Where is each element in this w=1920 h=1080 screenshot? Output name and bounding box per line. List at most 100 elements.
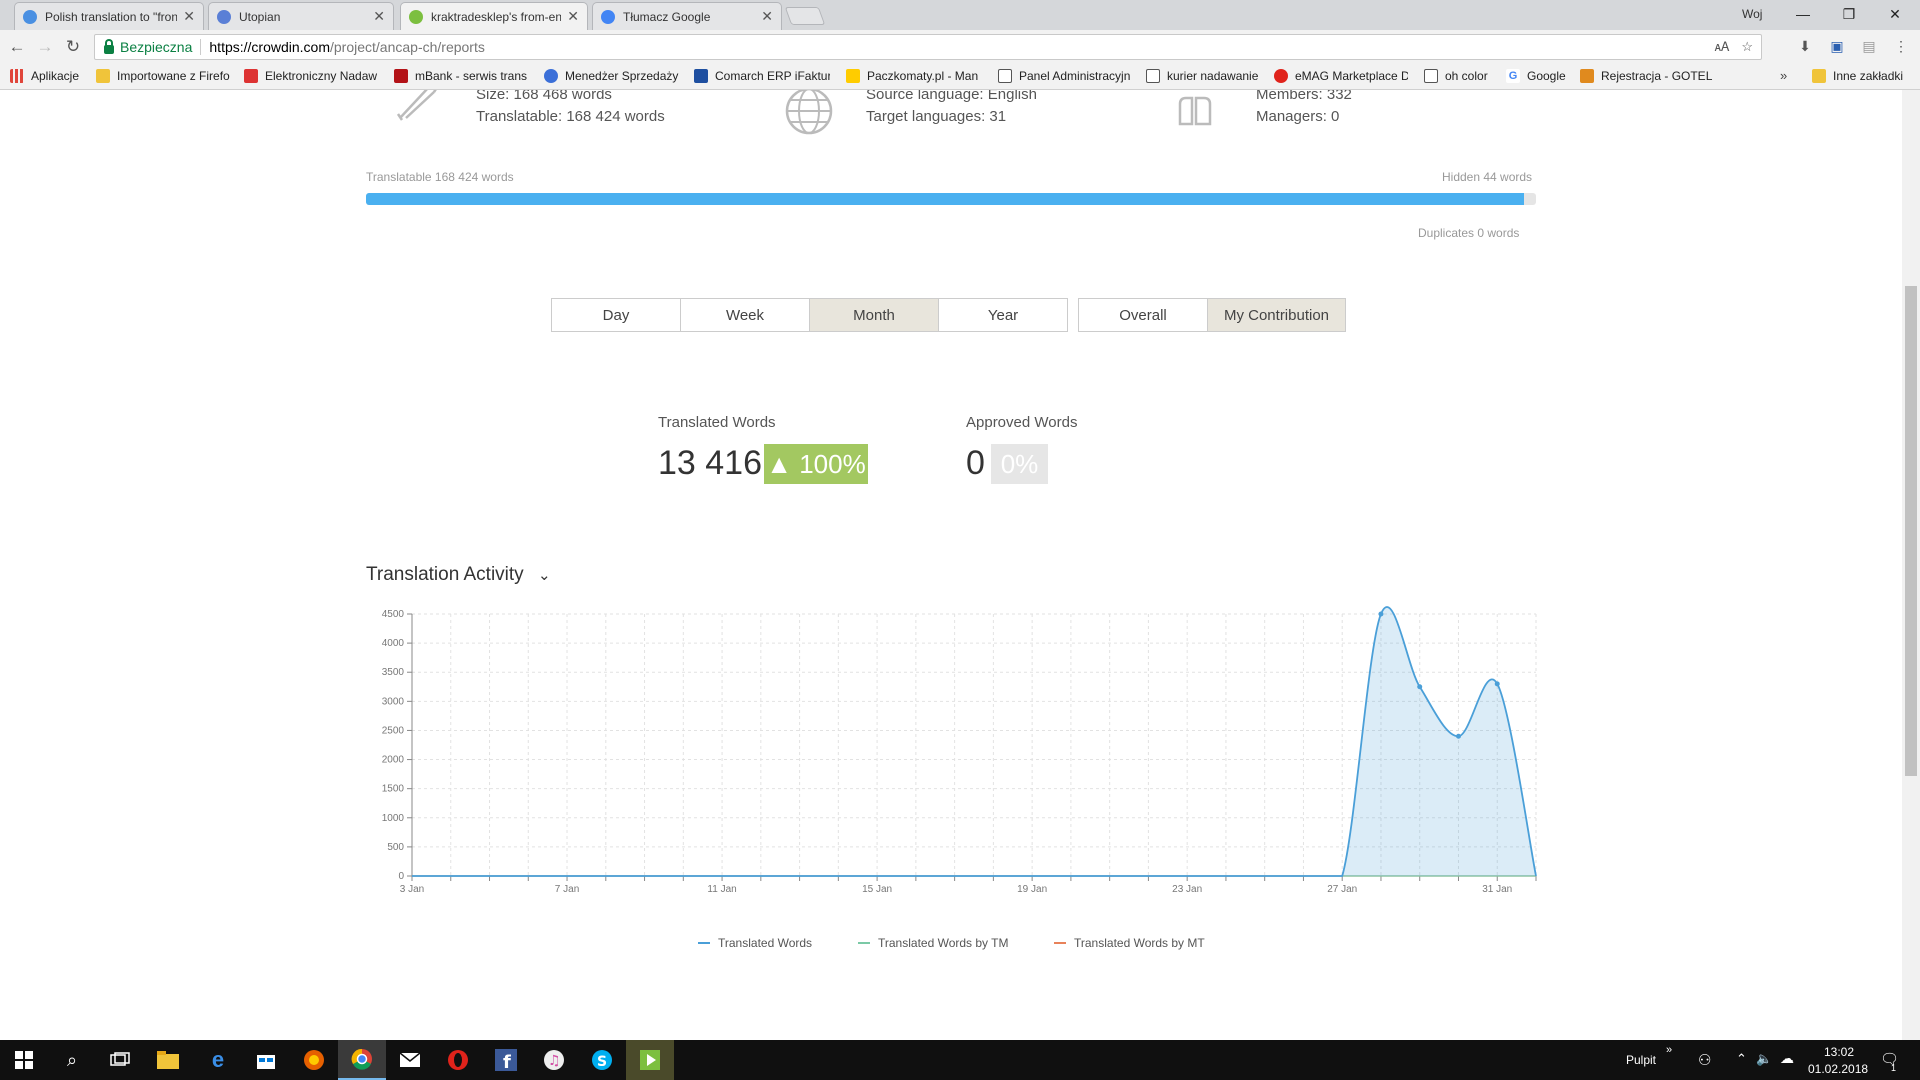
facebook-icon[interactable]: f bbox=[482, 1040, 530, 1080]
crowdin-favicon-icon bbox=[23, 9, 37, 24]
close-window-icon[interactable]: ✕ bbox=[1872, 0, 1918, 28]
bookmark-emag[interactable]: eMAG Marketplace D bbox=[1274, 69, 1408, 83]
extension-save-icon[interactable]: ▣ bbox=[1828, 38, 1846, 56]
bookmark-kurier-nadawanie[interactable]: kurier nadawanie bbox=[1146, 69, 1264, 83]
onedrive-cloud-icon[interactable]: ☁ bbox=[1780, 1050, 1794, 1067]
download-icon[interactable]: ⬇ bbox=[1796, 38, 1814, 56]
chart-xtick-label: 31 Jan bbox=[1482, 884, 1512, 895]
file-explorer-icon[interactable] bbox=[144, 1040, 192, 1080]
bookmark-elektroniczny-nadawca[interactable]: Elektroniczny Nadaw bbox=[244, 69, 382, 83]
media-player-icon[interactable] bbox=[626, 1040, 674, 1080]
period-month-button[interactable]: Month bbox=[809, 298, 939, 332]
close-tab-icon[interactable]: ✕ bbox=[761, 8, 773, 25]
period-week-button[interactable]: Week bbox=[680, 298, 810, 332]
url-host: https://crowdin.com bbox=[209, 39, 330, 55]
browser-tab-strip: Polish translation to "fron ✕ Utopian ✕ … bbox=[0, 0, 1920, 30]
words-progress-bar bbox=[366, 193, 1536, 205]
close-tab-icon[interactable]: ✕ bbox=[567, 8, 579, 25]
skype-icon[interactable]: S bbox=[578, 1040, 626, 1080]
forward-arrow-icon[interactable]: → bbox=[34, 37, 56, 57]
bookmark-label: Panel Administracyjn bbox=[1019, 69, 1131, 83]
bookmark-mbank[interactable]: mBank - serwis trans bbox=[394, 69, 532, 83]
page-scrollbar[interactable] bbox=[1902, 90, 1920, 1040]
bookmark-google[interactable]: G Google bbox=[1506, 69, 1570, 83]
browser-tab-crowdin-polish[interactable]: Polish translation to "fron ✕ bbox=[14, 2, 204, 30]
chrome-icon[interactable] bbox=[338, 1040, 386, 1080]
period-day-button[interactable]: Day bbox=[551, 298, 681, 332]
store-icon[interactable] bbox=[242, 1040, 290, 1080]
browser-menu-icon[interactable]: ⋮ bbox=[1892, 38, 1910, 56]
legend-translated-words[interactable]: Translated Words bbox=[698, 936, 812, 950]
restore-window-icon[interactable]: ❐ bbox=[1826, 0, 1872, 28]
legend-translated-words-by-mt[interactable]: Translated Words by MT bbox=[1054, 936, 1205, 950]
page-icon bbox=[998, 69, 1012, 83]
translate-page-icon[interactable]: 🗚 bbox=[1715, 39, 1730, 55]
paczkomaty-icon bbox=[846, 69, 860, 83]
bookmark-other-folder[interactable]: Inne zakładki bbox=[1812, 69, 1912, 83]
bookmark-label: Menedżer Sprzedaży bbox=[565, 69, 679, 83]
translation-activity-title[interactable]: Translation Activity bbox=[366, 564, 524, 586]
poczta-polska-icon bbox=[244, 69, 258, 83]
toolbar-expand-chevron-icon[interactable]: » bbox=[1666, 1044, 1672, 1056]
minimize-window-icon[interactable]: — bbox=[1780, 0, 1826, 28]
chevron-down-icon[interactable]: ⌄ bbox=[538, 566, 551, 584]
more-bookmarks-chevron-icon[interactable]: » bbox=[1780, 68, 1787, 83]
reports-page: Size: 168 468 words Translatable: 168 42… bbox=[0, 90, 1902, 1040]
windows-start-icon[interactable] bbox=[0, 1040, 48, 1080]
bookmark-apps[interactable]: Aplikacje bbox=[10, 69, 84, 83]
browser-tab-kraktradesklep[interactable]: kraktradesklep's from-en ✕ bbox=[400, 2, 588, 30]
bookmark-star-icon[interactable]: ☆ bbox=[1741, 39, 1753, 55]
secure-label: Bezpieczna bbox=[120, 39, 193, 55]
close-tab-icon[interactable]: ✕ bbox=[183, 8, 195, 25]
volume-icon[interactable]: 🔈 bbox=[1756, 1051, 1772, 1067]
people-icon[interactable]: ⚇ bbox=[1698, 1051, 1711, 1069]
bookmark-folder-imported[interactable]: Importowane z Firefo bbox=[96, 69, 230, 83]
itunes-icon[interactable]: ♫ bbox=[530, 1040, 578, 1080]
period-year-button[interactable]: Year bbox=[938, 298, 1068, 332]
scope-my-contribution-button[interactable]: My Contribution bbox=[1207, 298, 1346, 332]
translated-words-label: Translated Words bbox=[658, 414, 776, 431]
tab-title: Utopian bbox=[239, 9, 281, 24]
legend-label: Translated Words bbox=[718, 936, 813, 950]
chart-point bbox=[1455, 733, 1461, 739]
scope-overall-button[interactable]: Overall bbox=[1078, 298, 1208, 332]
new-tab-button[interactable] bbox=[784, 7, 826, 25]
target-languages: Target languages: 31 bbox=[866, 108, 1007, 125]
translatable-words-label: Translatable 168 424 words bbox=[366, 170, 514, 184]
back-arrow-icon[interactable]: ← bbox=[6, 37, 28, 57]
browser-profile-name[interactable]: Woj bbox=[1742, 7, 1762, 21]
task-view-icon[interactable] bbox=[96, 1040, 144, 1080]
firefox-icon[interactable] bbox=[290, 1040, 338, 1080]
close-tab-icon[interactable]: ✕ bbox=[373, 8, 385, 25]
mail-icon[interactable] bbox=[386, 1040, 434, 1080]
clock-date[interactable]: 01.02.2018 bbox=[1808, 1062, 1868, 1076]
scope-selector: Overall My Contribution bbox=[1078, 298, 1346, 332]
chart-xtick-label: 19 Jan bbox=[1017, 884, 1047, 895]
browser-tab-utopian[interactable]: Utopian ✕ bbox=[208, 2, 394, 30]
bookmark-oh-color[interactable]: oh color bbox=[1424, 69, 1490, 83]
opera-icon[interactable] bbox=[434, 1040, 482, 1080]
extension-adblock-icon[interactable]: ▤ bbox=[1860, 38, 1878, 56]
reload-icon[interactable]: ↻ bbox=[62, 37, 84, 57]
tab-title: kraktradesklep's from-en bbox=[431, 9, 562, 24]
translation-activity-chart: 0 500 1000 1500 2000 2500 3000 3500 4000 4500 3 Ja… bbox=[382, 606, 1537, 895]
action-center-icon[interactable]: 🗨 bbox=[1880, 1050, 1899, 1068]
legend-translated-words-by-tm[interactable]: Translated Words by TM bbox=[858, 936, 1009, 950]
words-progress-fill bbox=[366, 193, 1524, 205]
address-bar[interactable]: Bezpieczna https://crowdin.com /project/… bbox=[94, 34, 1762, 60]
desktop-toolbar-label[interactable]: Pulpit bbox=[1626, 1053, 1656, 1067]
chart-point bbox=[1378, 611, 1384, 617]
browser-tab-google-translate[interactable]: Tłumacz Google ✕ bbox=[592, 2, 782, 30]
bookmark-menedzer-sprzedazy[interactable]: Menedżer Sprzedaży bbox=[544, 69, 680, 83]
search-icon[interactable]: ⌕ bbox=[48, 1040, 96, 1080]
bookmark-panel-administracyjny[interactable]: Panel Administracyjn bbox=[998, 69, 1132, 83]
source-language: Source language: English bbox=[866, 90, 1037, 103]
show-hidden-icons-chevron-icon[interactable]: ⌃ bbox=[1736, 1051, 1747, 1067]
bookmark-paczkomaty[interactable]: Paczkomaty.pl - Man bbox=[846, 69, 982, 83]
bookmark-comarch[interactable]: Comarch ERP iFaktur bbox=[694, 69, 830, 83]
bookmark-gotel[interactable]: Rejestracja - GOTEL I bbox=[1580, 69, 1714, 83]
scrollbar-thumb[interactable] bbox=[1905, 286, 1917, 776]
duplicates-words-label: Duplicates 0 words bbox=[1418, 226, 1520, 240]
edge-browser-icon[interactable]: e bbox=[194, 1040, 242, 1080]
clock-time[interactable]: 13:02 bbox=[1824, 1045, 1854, 1059]
